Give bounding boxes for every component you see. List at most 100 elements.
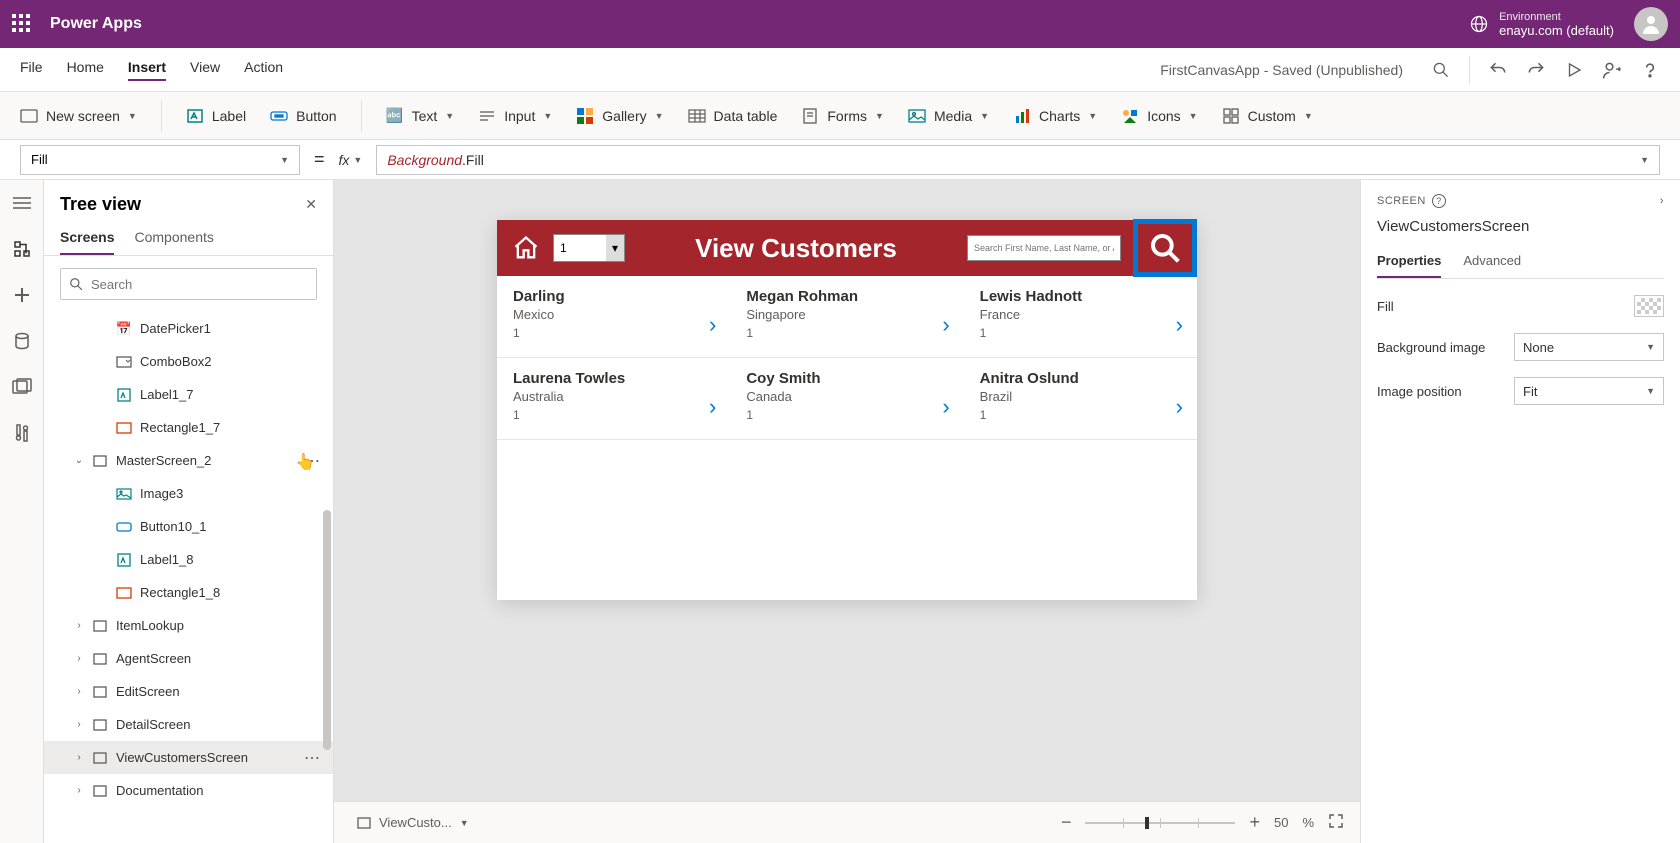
customer-card[interactable]: DarlingMexico1› — [497, 276, 730, 358]
environment-picker[interactable]: Environment enayu.com (default) — [1469, 11, 1614, 38]
chevron-right-icon[interactable]: › — [1176, 394, 1183, 420]
imgpos-select[interactable]: Fit▼ — [1514, 377, 1664, 405]
tree-node-rectangle1-7[interactable]: Rectangle1_7 — [44, 411, 333, 444]
media-dropdown[interactable]: Media▼ — [908, 107, 989, 125]
chevron-right-icon[interactable]: › — [709, 312, 716, 338]
tree-node-combobox2[interactable]: ComboBox2 — [44, 345, 333, 378]
play-icon[interactable] — [1564, 60, 1584, 80]
data-table-button[interactable]: Data table — [688, 107, 778, 125]
search-button[interactable] — [1133, 219, 1197, 277]
data-rail-icon[interactable] — [11, 330, 33, 352]
expand-icon[interactable]: › — [74, 752, 84, 763]
custom-dropdown[interactable]: Custom▼ — [1222, 107, 1313, 125]
tree-node-label1-8[interactable]: Label1_8 — [44, 543, 333, 576]
hamburger-icon[interactable] — [11, 192, 33, 214]
formula-input[interactable]: Background.Fill ▼ — [376, 145, 1660, 175]
user-avatar[interactable] — [1634, 7, 1668, 41]
menu-view[interactable]: View — [190, 59, 220, 81]
tree-search[interactable] — [60, 268, 317, 300]
tree-node-itemlookup[interactable]: ›ItemLookup — [44, 609, 333, 642]
checker-icon[interactable] — [1431, 60, 1451, 80]
menu-home[interactable]: Home — [67, 59, 104, 81]
button-button[interactable]: Button — [270, 107, 336, 125]
app-search-input[interactable] — [967, 235, 1121, 261]
chevron-right-icon[interactable]: › — [942, 312, 949, 338]
zoom-slider[interactable] — [1085, 822, 1235, 824]
more-icon[interactable]: ⋯ — [304, 748, 321, 768]
tab-screens[interactable]: Screens — [60, 223, 114, 255]
app-canvas[interactable]: 1▾ View Customers DarlingMexico1› Megan … — [497, 220, 1197, 600]
help-icon[interactable] — [1640, 60, 1660, 80]
bgimage-select[interactable]: None▼ — [1514, 333, 1664, 361]
tree-node-image3[interactable]: Image3 — [44, 477, 333, 510]
label-button[interactable]: Label — [186, 107, 246, 125]
forms-dropdown[interactable]: Forms▼ — [801, 107, 884, 125]
expand-icon[interactable]: › — [74, 719, 84, 730]
breadcrumb-selector[interactable]: ViewCusto... ▼ — [350, 812, 476, 833]
fit-to-screen-icon[interactable] — [1328, 813, 1344, 832]
zoom-in-button[interactable]: + — [1249, 812, 1260, 833]
share-icon[interactable] — [1602, 60, 1622, 80]
screen-icon — [92, 453, 108, 469]
undo-icon[interactable] — [1488, 60, 1508, 80]
text-dropdown[interactable]: 🔤Text▼ — [386, 107, 455, 125]
expand-icon[interactable]: › — [74, 686, 84, 697]
tab-advanced[interactable]: Advanced — [1463, 253, 1521, 278]
tree-search-input[interactable] — [91, 277, 308, 292]
home-icon[interactable] — [511, 233, 541, 263]
tab-properties[interactable]: Properties — [1377, 253, 1441, 278]
tree-node-detailscreen[interactable]: ›DetailScreen — [44, 708, 333, 741]
input-dropdown[interactable]: Input▼ — [478, 107, 552, 125]
tab-components[interactable]: Components — [134, 223, 213, 255]
customer-gallery[interactable]: DarlingMexico1› Megan RohmanSingapore1› … — [497, 276, 1197, 440]
tree-node-viewcustomersscreen[interactable]: ›ViewCustomersScreen⋯ — [44, 741, 333, 774]
expand-icon[interactable]: › — [74, 620, 84, 631]
customer-card[interactable]: Megan RohmanSingapore1› — [730, 276, 963, 358]
chevron-right-icon[interactable]: › — [709, 394, 716, 420]
zoom-out-button[interactable]: − — [1061, 812, 1072, 833]
customer-location: Australia — [513, 389, 714, 404]
gallery-dropdown[interactable]: Gallery▼ — [576, 107, 663, 125]
tree-scrollbar[interactable] — [323, 510, 331, 750]
page-dropdown[interactable]: 1▾ — [553, 234, 625, 262]
customer-card[interactable]: Anitra OslundBrazil1› — [964, 358, 1197, 440]
property-selector[interactable]: Fill▼ — [20, 145, 300, 175]
charts-dropdown[interactable]: Charts▼ — [1013, 107, 1097, 125]
tree-view-icon[interactable] — [11, 238, 33, 260]
menu-action[interactable]: Action — [244, 59, 283, 81]
label-icon — [116, 552, 132, 568]
menu-file[interactable]: File — [20, 59, 43, 81]
tree-node-editscreen[interactable]: ›EditScreen — [44, 675, 333, 708]
customer-card[interactable]: Lewis HadnottFrance1› — [964, 276, 1197, 358]
fill-color-swatch[interactable] — [1634, 295, 1664, 317]
customer-card[interactable]: Coy SmithCanada1› — [730, 358, 963, 440]
customer-card[interactable]: Laurena TowlesAustralia1› — [497, 358, 730, 440]
tree-node-label1-7[interactable]: Label1_7 — [44, 378, 333, 411]
tree-node-rectangle1-8[interactable]: Rectangle1_8 — [44, 576, 333, 609]
customer-num: 1 — [746, 326, 947, 340]
collapse-icon[interactable]: ⌄ — [74, 455, 84, 466]
tools-rail-icon[interactable] — [11, 422, 33, 444]
tree-node-button10-1[interactable]: Button10_1 — [44, 510, 333, 543]
icons-dropdown[interactable]: Icons▼ — [1121, 107, 1197, 125]
tree-node-documentation[interactable]: ›Documentation — [44, 774, 333, 807]
chevron-right-icon[interactable]: › — [1660, 195, 1664, 207]
tree-node-masterscreen-2[interactable]: ⌄MasterScreen_2⋯ — [44, 444, 333, 477]
close-icon[interactable]: ✕ — [305, 196, 317, 213]
media-rail-icon[interactable] — [11, 376, 33, 398]
new-screen-button[interactable]: New screen▼ — [20, 107, 137, 125]
help-icon[interactable]: ? — [1432, 194, 1446, 208]
expand-icon[interactable]: › — [74, 653, 84, 664]
expand-icon[interactable]: › — [74, 785, 84, 796]
fx-button[interactable]: fx▼ — [339, 152, 363, 168]
tree-node-datepicker1[interactable]: 📅DatePicker1 — [44, 312, 333, 345]
tree-node-agentscreen[interactable]: ›AgentScreen — [44, 642, 333, 675]
chevron-right-icon[interactable]: › — [1176, 312, 1183, 338]
menu-insert[interactable]: Insert — [128, 59, 166, 81]
insert-rail-icon[interactable] — [11, 284, 33, 306]
chevron-right-icon[interactable]: › — [942, 394, 949, 420]
app-launcher-icon[interactable] — [12, 14, 32, 34]
more-icon[interactable]: ⋯ — [304, 451, 321, 471]
tree-view-panel: Tree view ✕ Screens Components 📅DatePick… — [44, 180, 334, 843]
redo-icon[interactable] — [1526, 60, 1546, 80]
